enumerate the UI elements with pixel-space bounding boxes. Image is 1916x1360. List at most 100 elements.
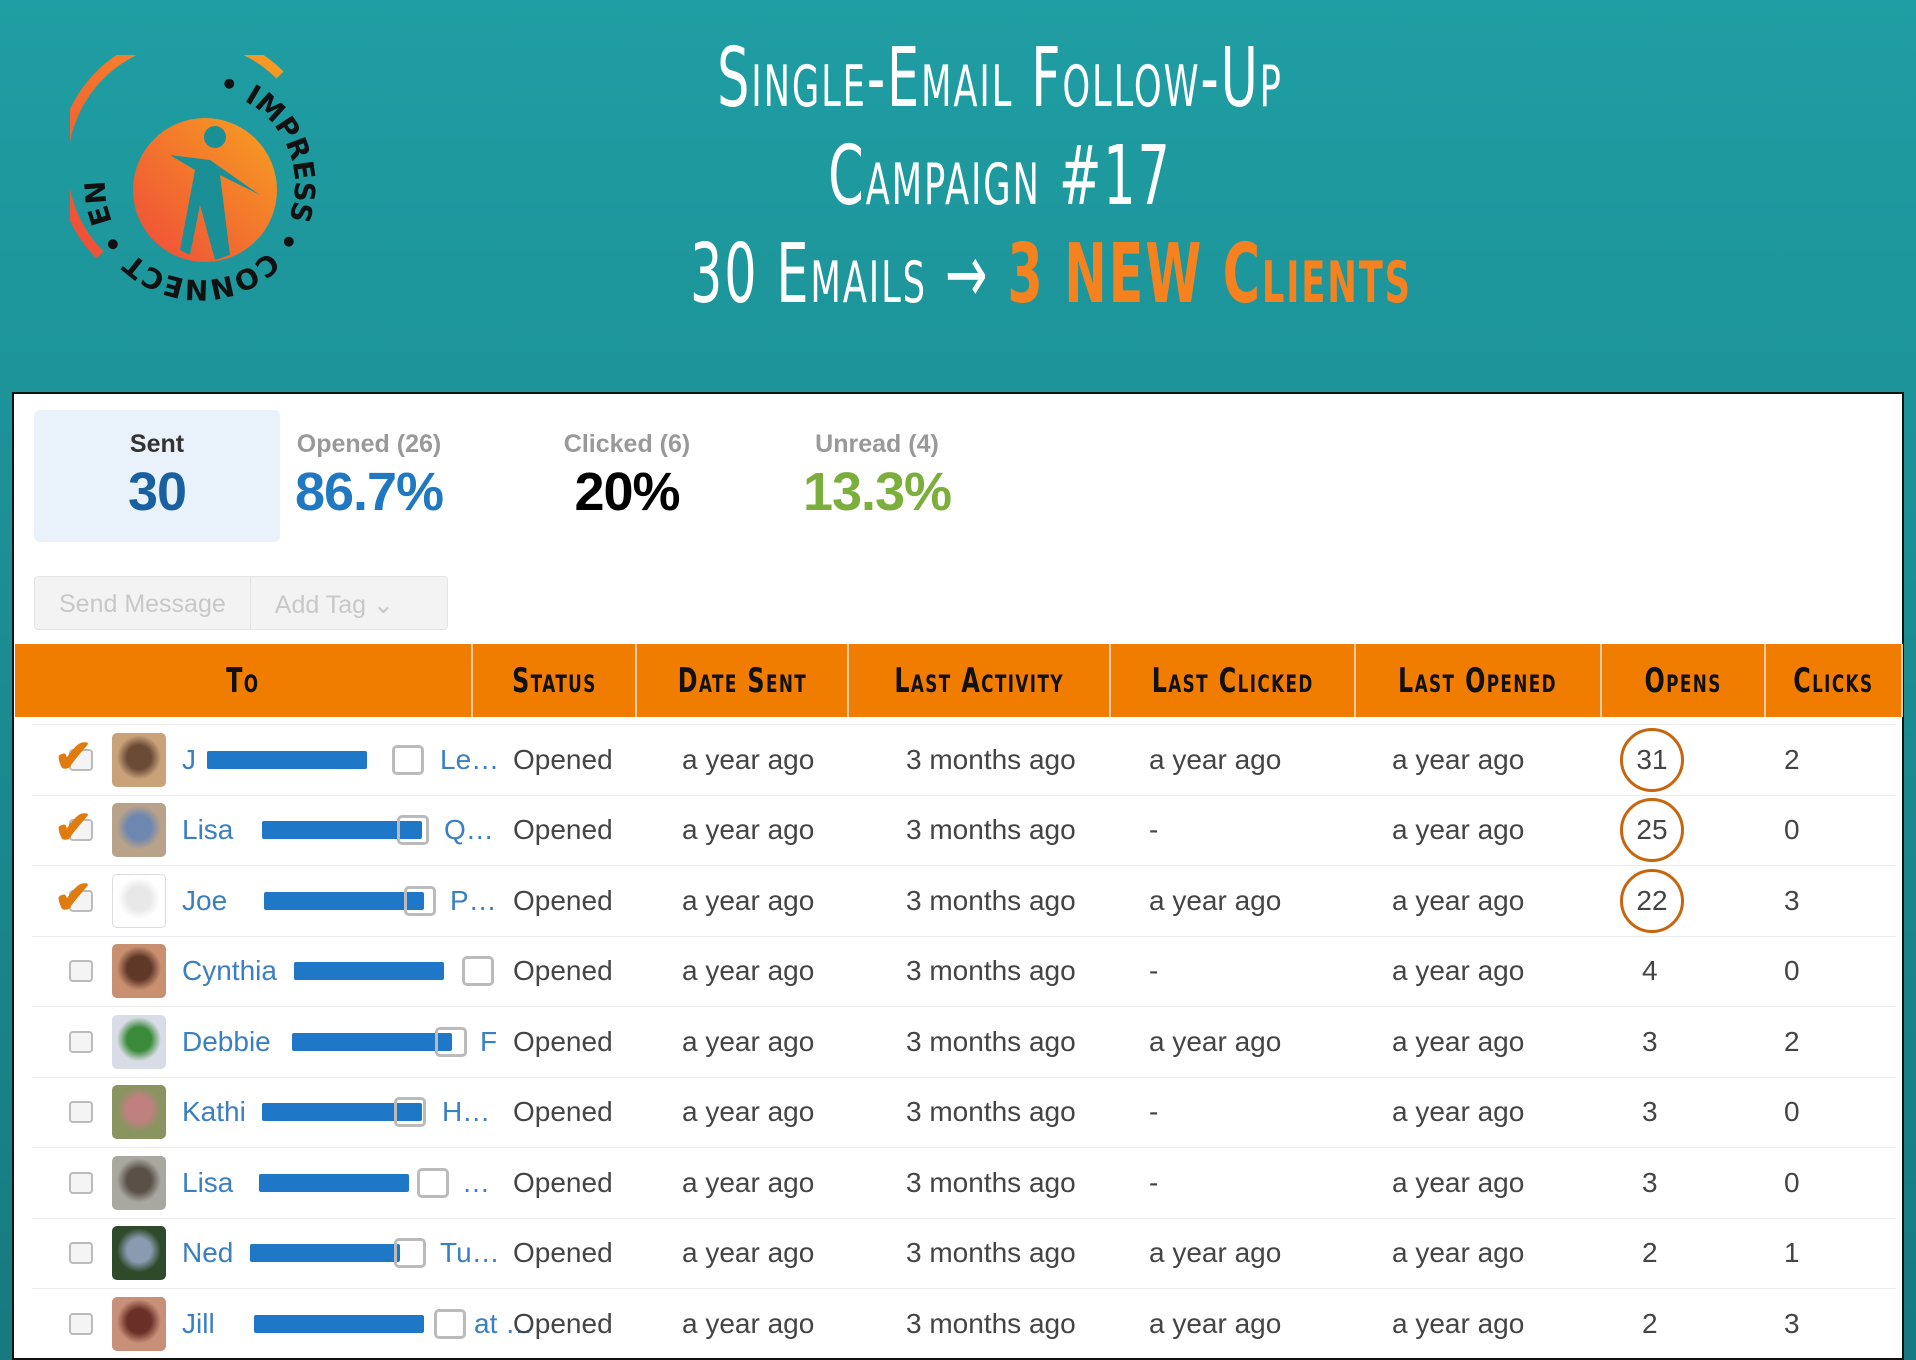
stat-value: 86.7% (294, 462, 444, 522)
cell-status: Opened (513, 743, 613, 775)
cell-last-activity: 3 months ago (906, 884, 1076, 916)
table-row[interactable]: Debbie F Opened a year ago 3 months ago a yea… (32, 1006, 1896, 1077)
add-tag-dropdown[interactable]: Add Tag ⌄ (249, 577, 418, 629)
avatar (112, 944, 166, 999)
cell-opens: 3 (1642, 1025, 1658, 1057)
company-name-truncated: P… (450, 884, 497, 916)
column-label: To (226, 660, 260, 701)
table-row[interactable]: Cynthia Opened a year ago 3 months ago - a ye… (32, 935, 1896, 1007)
row-checkbox[interactable] (69, 1171, 93, 1194)
cell-last-opened: a year ago (1392, 955, 1525, 987)
send-message-button[interactable]: Send Message (35, 577, 250, 629)
cell-last-activity: 3 months ago (906, 1166, 1076, 1198)
table-row[interactable]: Kathi H… Opened a year ago 3 months ago - a ye… (32, 1076, 1896, 1148)
cell-status: Opened (513, 1025, 613, 1057)
cell-last-clicked: - (1149, 814, 1159, 846)
cell-last-opened: a year ago (1392, 1307, 1525, 1339)
cell-last-activity: 3 months ago (906, 814, 1076, 846)
company-building-icon (434, 1308, 466, 1339)
column-header-clicks[interactable]: Clicks (1766, 644, 1903, 717)
row-checkbox[interactable] (69, 1030, 93, 1053)
recipient-name-link[interactable]: J (182, 744, 196, 776)
recipient-name-link[interactable]: Lisa (182, 814, 233, 846)
cell-last-activity: 3 months ago (906, 955, 1076, 987)
impress-connect-engage-logo: • IMPRESS • CONNECT • ENGAGE (70, 55, 321, 306)
title-prefix: 30 Emails → (690, 227, 1008, 322)
cell-last-clicked: a year ago (1149, 1307, 1282, 1339)
column-header-status[interactable]: Status (473, 644, 637, 717)
column-header-last-opened[interactable]: Last Opened (1356, 644, 1602, 717)
avatar (112, 803, 166, 858)
stat-label: Opened (26) (296, 430, 442, 458)
recipient-name-link[interactable]: Jill (182, 1308, 215, 1340)
cell-date-sent: a year ago (682, 884, 815, 916)
recipient-name-link[interactable]: Ned (182, 1237, 233, 1269)
table-row[interactable]: ✔ Joe P… Opened a year ago 3 months ago a year… (32, 865, 1896, 936)
cell-clicks: 2 (1784, 743, 1800, 775)
cell-opens: 2 (1642, 1307, 1658, 1339)
recipient-name-link[interactable]: Kathi (182, 1096, 246, 1128)
recipient-name-link[interactable]: Joe (182, 885, 227, 917)
stat-label: Sent (129, 430, 185, 458)
cell-last-clicked: a year ago (1149, 884, 1282, 916)
stat-sent[interactable]: Sent 30 (34, 410, 280, 542)
redacted-bar (207, 750, 367, 769)
column-header-last-activity[interactable]: Last Activity (849, 644, 1111, 717)
stat-clicked[interactable]: Clicked (6) 20% (504, 410, 750, 542)
table-row[interactable]: ✔ J Le… Opened a year ago 3 months ago a year … (32, 724, 1896, 795)
cell-opens: 22 (1620, 868, 1684, 933)
campaign-report-panel: Sent 30 Opened (26) 86.7% Clicked (6) 20% Unre… (12, 392, 1904, 1360)
stat-label: Unread (4) (815, 430, 939, 458)
cell-date-sent: a year ago (682, 814, 815, 846)
cell-status: Opened (513, 1166, 613, 1198)
column-header-to[interactable]: To (15, 644, 473, 717)
table-row[interactable]: Jill at … Opened a year ago 3 months ago a ye… (32, 1288, 1896, 1359)
cell-clicks: 0 (1784, 955, 1800, 987)
avatar (112, 1085, 166, 1140)
row-checkbox[interactable] (69, 1312, 93, 1335)
company-building-icon (394, 1238, 426, 1269)
cell-last-clicked: a year ago (1149, 1237, 1282, 1269)
company-name-truncated: H… (442, 1096, 491, 1128)
column-header-date-sent[interactable]: Date Sent (637, 644, 849, 717)
row-checkbox[interactable] (69, 1101, 93, 1124)
recipient-name-link[interactable]: Cynthia (182, 955, 277, 987)
stat-unread[interactable]: Unread (4) 13.3% (754, 410, 1000, 542)
cell-opens: 31 (1620, 727, 1684, 792)
avatar (112, 1296, 166, 1351)
table-row[interactable]: Lisa … Opened a year ago 3 months ago - a year… (32, 1147, 1896, 1218)
column-header-last-clicked[interactable]: Last Clicked (1111, 644, 1356, 717)
column-header-opens[interactable]: Opens (1602, 644, 1766, 717)
checkmark-icon: ✔ (54, 800, 93, 853)
company-name-truncated: … (462, 1166, 490, 1198)
toolbar: Send Message Add Tag ⌄ (34, 576, 448, 630)
stat-value: 30 (127, 462, 187, 522)
redacted-bar (292, 1032, 452, 1051)
company-building-icon (417, 1167, 449, 1198)
cell-date-sent: a year ago (682, 1237, 815, 1269)
cell-last-clicked: a year ago (1149, 743, 1282, 775)
avatar (112, 1226, 166, 1281)
column-label: Status (511, 660, 597, 701)
cell-status: Opened (513, 1096, 613, 1128)
cell-last-opened: a year ago (1392, 884, 1525, 916)
cell-opens: 3 (1642, 1166, 1658, 1198)
stat-opened[interactable]: Opened (26) 86.7% (246, 410, 492, 542)
recipient-name-link[interactable]: Lisa (182, 1167, 233, 1199)
recipient-name-link[interactable]: Debbie (182, 1026, 271, 1058)
table-row[interactable]: ✔ Lisa Q… Opened a year ago 3 months ago - a ye… (32, 794, 1896, 866)
row-checkbox[interactable] (69, 960, 93, 983)
cell-last-activity: 3 months ago (906, 743, 1076, 775)
cell-status: Opened (513, 884, 613, 916)
table-row[interactable]: Ned Tu… Opened a year ago 3 months ago a year… (32, 1217, 1896, 1289)
company-name-truncated: Q… (444, 814, 494, 846)
row-checkbox[interactable] (69, 1242, 93, 1265)
recipient-table: ✔ J Le… Opened a year ago 3 months ago a year … (32, 724, 1896, 1359)
cell-date-sent: a year ago (682, 1096, 815, 1128)
column-label: Last Clicked (1151, 660, 1314, 701)
title-line-2: Campaign #17 (828, 129, 1172, 224)
cell-date-sent: a year ago (682, 955, 815, 987)
cell-date-sent: a year ago (682, 1307, 815, 1339)
company-name-truncated: Le… (440, 743, 500, 775)
banner: • IMPRESS • CONNECT • ENGAGE Single-Emai… (0, 0, 1916, 390)
